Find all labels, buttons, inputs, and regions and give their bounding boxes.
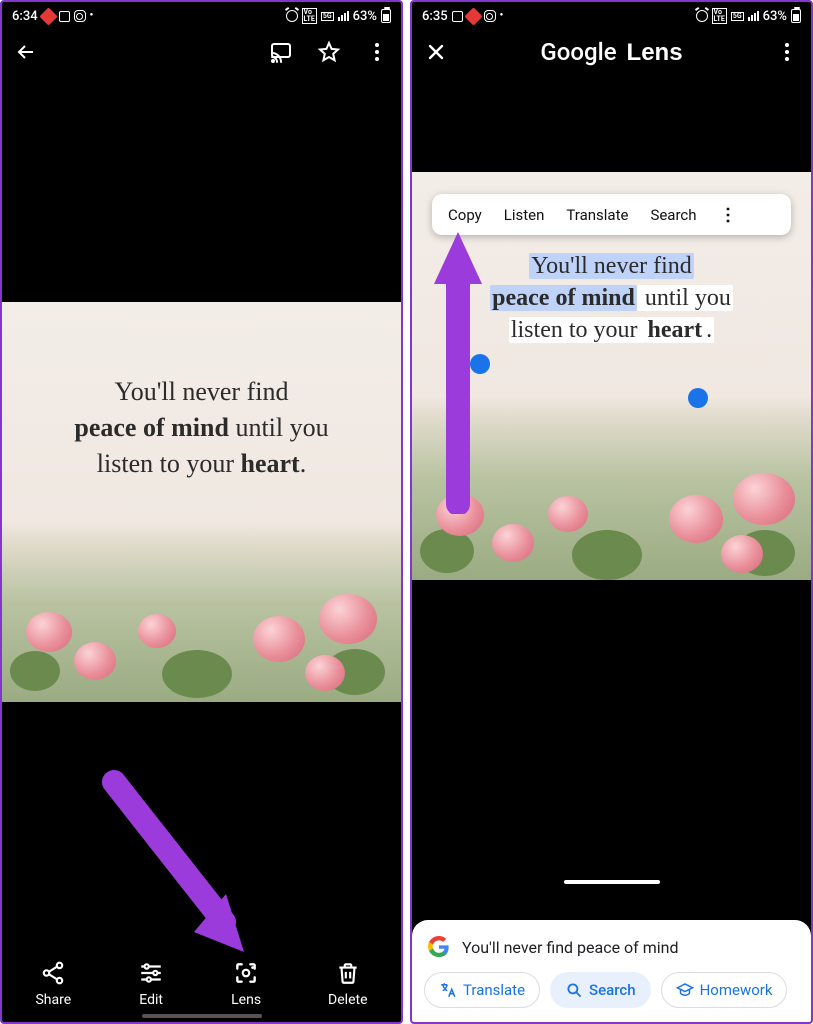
overflow-menu[interactable] — [365, 40, 389, 64]
close-button[interactable] — [424, 40, 448, 64]
clock: 6:34 — [12, 9, 38, 24]
chip-search[interactable]: Search — [550, 972, 651, 1008]
chip-translate[interactable]: Translate — [424, 972, 540, 1008]
volte-icon: VoLTE — [302, 8, 317, 24]
delete-label: Delete — [328, 992, 367, 1008]
search-button[interactable]: Search — [650, 206, 696, 224]
photo[interactable]: You'll never find peace of mind until yo… — [2, 302, 401, 702]
battery-pct: 63% — [763, 9, 787, 24]
translate-button[interactable]: Translate — [566, 206, 628, 224]
chip-label: Homework — [700, 981, 773, 999]
copy-button[interactable]: Copy — [448, 206, 482, 224]
lens-button[interactable]: Lens — [231, 960, 261, 1008]
battery-icon — [791, 9, 801, 23]
selected-quote-text[interactable]: You'll never find peace of mind until yo… — [412, 250, 811, 346]
photos-viewer-screen: 6:34 ● VoLTE 5G 63% — [0, 0, 403, 1024]
more-notifs-icon: ● — [500, 12, 504, 18]
back-button[interactable] — [14, 40, 38, 64]
delete-button[interactable]: Delete — [328, 960, 367, 1008]
signal-icon — [748, 11, 759, 21]
nav-home-indicator[interactable] — [142, 1014, 262, 1018]
alarm-icon — [286, 10, 298, 22]
status-bar: 6:35 ● VoLTE 5G 63% — [412, 2, 811, 30]
google-logo-icon — [428, 936, 450, 958]
chip-label: Search — [589, 981, 636, 999]
search-icon — [565, 981, 583, 999]
google-lens-screen: 6:35 ● VoLTE 5G 63% Google Lens — [410, 0, 813, 1024]
photo-action-row: Share Edit Lens Delete — [2, 960, 401, 1008]
selection-handle-end[interactable] — [688, 388, 708, 408]
photo-flowers — [412, 396, 811, 580]
notif-icon — [59, 11, 70, 22]
lens-mode-chips: Translate Search Homework — [424, 972, 799, 1008]
edit-label: Edit — [139, 992, 163, 1008]
signal-icon — [338, 11, 349, 21]
search-result-text: You'll never find peace of mind — [462, 938, 678, 957]
photo-quote-text: You'll never find peace of mind until yo… — [2, 374, 401, 482]
lens-results-sheet[interactable]: You'll never find peace of mind Translat… — [412, 920, 811, 1022]
lens-topbar: Google Lens — [412, 30, 811, 74]
alarm-icon — [696, 10, 708, 22]
favorite-button[interactable] — [317, 40, 341, 64]
lens-title: Google Lens — [540, 38, 682, 67]
5g-icon: 5G — [731, 12, 744, 21]
notif-icon — [464, 7, 482, 25]
chip-label: Translate — [463, 981, 525, 999]
battery-icon — [381, 9, 391, 23]
notif-icon — [452, 11, 463, 22]
battery-pct: 63% — [353, 9, 377, 24]
overflow-menu[interactable] — [775, 40, 799, 64]
text-actions-overflow[interactable]: ⋯ — [717, 206, 738, 223]
graduation-cap-icon — [676, 981, 694, 999]
notif-icon — [74, 10, 86, 22]
volte-icon: VoLTE — [712, 8, 727, 24]
notif-icon — [39, 7, 57, 25]
share-button[interactable]: Share — [35, 960, 71, 1008]
lens-label: Lens — [231, 992, 261, 1008]
status-bar: 6:34 ● VoLTE 5G 63% — [2, 2, 401, 30]
notif-icon — [484, 10, 496, 22]
chip-homework[interactable]: Homework — [661, 972, 788, 1008]
annotation-arrow — [94, 762, 264, 972]
more-notifs-icon: ● — [90, 12, 94, 18]
edit-button[interactable]: Edit — [138, 960, 164, 1008]
photo-flowers — [2, 522, 401, 702]
text-actions-bar: Copy Listen Translate Search ⋯ — [432, 194, 791, 235]
share-label: Share — [35, 992, 71, 1008]
listen-button[interactable]: Listen — [504, 206, 545, 224]
clock: 6:35 — [422, 9, 448, 24]
device-frame-bottom — [412, 854, 811, 894]
cast-icon[interactable] — [269, 40, 293, 64]
5g-icon: 5G — [321, 12, 334, 21]
selection-handle-start[interactable] — [470, 354, 490, 374]
nav-home-indicator[interactable] — [564, 880, 660, 884]
app-topbar — [2, 30, 401, 74]
translate-icon — [439, 981, 457, 999]
